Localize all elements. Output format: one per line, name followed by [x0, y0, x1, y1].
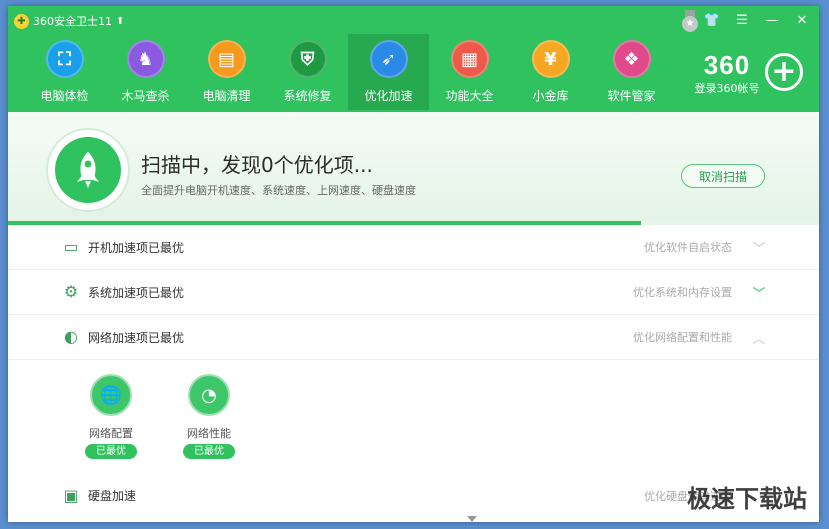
network-sub-items: 🌐 网络配置已最优 ◔ 网络性能已最优 — [82, 374, 238, 459]
scan-description: 全面提升电脑开机速度、系统速度、上网速度、硬盘速度 — [141, 184, 416, 197]
nav-item-5[interactable]: ▦ 功能大全 — [429, 34, 510, 110]
nav-item-label: 电脑清理 — [202, 89, 251, 103]
watermark: 极速下载站 — [687, 485, 807, 513]
list-item-label: 网络加速项已最优 — [88, 330, 185, 345]
app-logo-icon: ✚ — [14, 13, 29, 29]
app-title: 360安全卫士11 — [33, 15, 112, 28]
list-item-hint: 优化系统和内存设置 — [633, 286, 732, 299]
shirt-icon[interactable]: 👕 — [703, 12, 721, 30]
sub-item-label: 网络配置 — [89, 427, 133, 440]
chevron-up-icon[interactable]: ︿ — [751, 328, 767, 347]
cancel-scan-button[interactable]: 取消扫描 — [681, 164, 765, 188]
nav-item-label: 木马查杀 — [121, 89, 170, 103]
brand: 360 登录360帐号 — [687, 52, 767, 96]
scan-title: 扫描中，发现0个优化项... — [141, 153, 373, 177]
minimize-icon[interactable]: — — [763, 12, 781, 30]
title-bar: ✚ 360安全卫士11 ⬆ — [14, 12, 124, 30]
list-item[interactable]: ◐ 网络加速项已最优 优化网络配置和性能 ︿ — [8, 315, 819, 360]
list-item-hint: 优化网络配置和性能 — [633, 331, 732, 344]
scan-panel: 扫描中，发现0个优化项... 全面提升电脑开机速度、系统速度、上网速度、硬盘速度… — [8, 112, 819, 225]
nav-item-label: 电脑体检 — [40, 89, 89, 103]
login-link[interactable]: 登录360帐号 — [687, 80, 767, 96]
nav-item-label: 优化加速 — [364, 89, 413, 103]
main-nav: ⛶ 电脑体检 ♞ 木马查杀 ▤ 电脑清理 ⛨ 系统修复 ➶ 优化加速 ▦ 功能大全 ¥ 小金库 ❖ 软件管家 — [24, 34, 672, 110]
rocket-icon — [77, 152, 99, 188]
scroll-down-indicator[interactable] — [467, 516, 477, 522]
list-item-label: 开机加速项已最优 — [88, 240, 185, 255]
plus-button[interactable]: + — [765, 53, 803, 91]
brand-logo: 360 — [703, 50, 751, 80]
nav-item-label: 软件管家 — [607, 89, 656, 103]
nav-item-label: 小金库 — [532, 89, 569, 103]
nav-item-4[interactable]: ➶ 优化加速 — [348, 34, 429, 110]
close-icon[interactable]: ✕ — [793, 12, 811, 30]
list-item-label: 系统加速项已最优 — [88, 285, 185, 300]
menu-icon[interactable]: ☰ — [733, 12, 751, 30]
monitor-icon: ▭ — [63, 237, 79, 256]
rocket-icon: ➶ — [369, 40, 408, 78]
chevron-down-icon[interactable]: ﹀ — [751, 283, 767, 302]
chevron-down-icon[interactable]: ﹀ — [751, 238, 767, 257]
app-window: ✚ 360安全卫士11 ⬆ ★ 👕 ☰ — ✕ ⛶ 电脑体检 ♞ 木马查杀 ▤ 电脑清理 ⛨… — [8, 6, 819, 522]
medal-icon[interactable]: ★ — [680, 10, 700, 32]
status-badge: 已最优 — [85, 444, 137, 459]
nav-item-3[interactable]: ⛨ 系统修复 — [267, 34, 348, 110]
monitor-icon: ⛶ — [45, 40, 84, 78]
money-bag-icon: ¥ — [531, 40, 570, 78]
window-controls: 👕 ☰ — ✕ — [703, 12, 811, 30]
sub-item-1[interactable]: ◔ 网络性能已最优 — [180, 374, 238, 459]
broom-icon: ▤ — [207, 40, 246, 78]
status-badge: 已最优 — [183, 444, 235, 459]
shield-icon: ⛨ — [288, 40, 327, 78]
gear-icon: ⚙ — [63, 282, 79, 301]
apps-icon: ❖ — [612, 40, 651, 78]
grid-icon: ▦ — [450, 40, 489, 78]
scan-status-circle — [48, 130, 128, 210]
list-item-hint: 优化软件自启状态 — [644, 241, 732, 254]
globe-icon: ◐ — [64, 327, 78, 346]
list-item[interactable]: ⚙ 系统加速项已最优 优化系统和内存设置 ﹀ — [8, 270, 819, 315]
nav-item-label: 功能大全 — [445, 89, 494, 103]
list-item-label: 硬盘加速 — [88, 489, 137, 503]
nav-item-1[interactable]: ♞ 木马查杀 — [105, 34, 186, 110]
header: ✚ 360安全卫士11 ⬆ ★ 👕 ☰ — ✕ ⛶ 电脑体检 ♞ 木马查杀 ▤ 电脑清理 ⛨… — [8, 6, 819, 112]
list-item[interactable]: ▭ 开机加速项已最优 优化软件自启状态 ﹀ — [8, 225, 819, 270]
disk-icon: ▣ — [63, 485, 79, 505]
upgrade-arrow-icon[interactable]: ⬆ — [116, 16, 124, 27]
nav-item-7[interactable]: ❖ 软件管家 — [591, 34, 672, 110]
sub-item-label: 网络性能 — [187, 427, 231, 440]
nav-item-2[interactable]: ▤ 电脑清理 — [186, 34, 267, 110]
gauge-icon: ◔ — [188, 374, 230, 416]
nav-item-6[interactable]: ¥ 小金库 — [510, 34, 591, 110]
horse-icon: ♞ — [126, 40, 165, 78]
nav-item-0[interactable]: ⛶ 电脑体检 — [24, 34, 105, 110]
sub-item-0[interactable]: 🌐 网络配置已最优 — [82, 374, 140, 459]
globe-icon: 🌐 — [90, 374, 132, 416]
nav-item-label: 系统修复 — [283, 89, 332, 103]
